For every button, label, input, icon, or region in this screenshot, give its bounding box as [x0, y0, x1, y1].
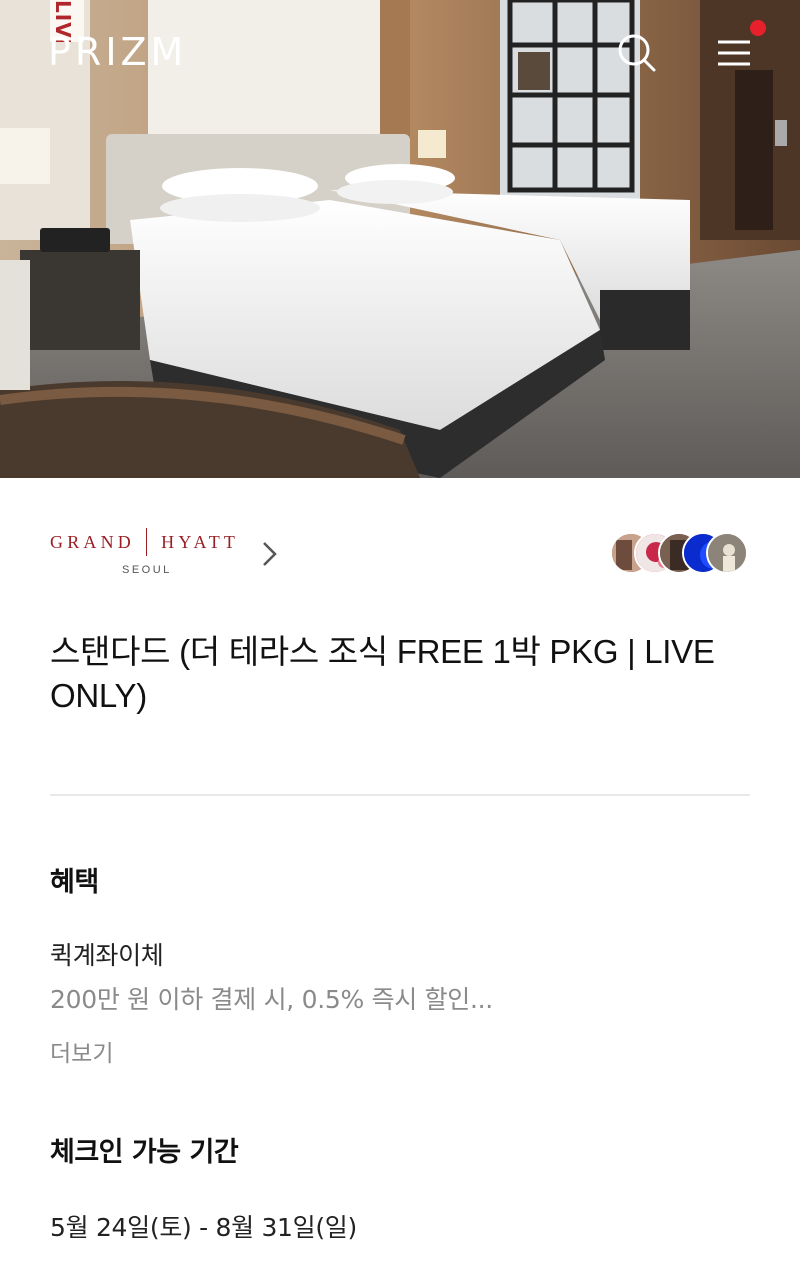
avatar: [706, 532, 748, 574]
brand-name: GRAND HYATT: [50, 532, 240, 552]
benefit-name: 퀵계좌이체: [50, 941, 164, 970]
divider: [50, 794, 750, 796]
top-navigation-bar: LIVE PRIZM: [0, 0, 800, 100]
more-button[interactable]: 더보기: [50, 1034, 113, 1068]
product-title: 스탠다드 (더 테라스 조식 FREE 1박 PKG | LIVE ONLY): [50, 633, 715, 714]
benefits-heading: 혜택: [50, 867, 99, 898]
chevron-right-icon[interactable]: [258, 540, 280, 568]
benefit-description: 200만 원 이하 결제 시, 0.5% 즉시 할인...: [50, 985, 493, 1014]
hamburger-menu-icon: [718, 40, 750, 66]
brand-city: SEOUL: [122, 564, 172, 576]
prizm-logo[interactable]: PRIZM: [48, 32, 187, 72]
checkin-period: 5월 24일(토) - 8월 31일(일): [50, 1213, 357, 1242]
checkin-heading: 체크인 가능 기간: [50, 1137, 239, 1168]
menu-button[interactable]: [712, 30, 760, 76]
hero-image: LIVE PRIZM: [0, 0, 800, 478]
brand-separator: [146, 528, 147, 556]
hotel-brand-link[interactable]: GRAND HYATT SEOUL: [50, 528, 290, 584]
notification-dot: [750, 20, 766, 36]
viewer-avatars: [610, 532, 755, 574]
search-button[interactable]: [614, 30, 660, 76]
search-icon: [618, 34, 656, 72]
